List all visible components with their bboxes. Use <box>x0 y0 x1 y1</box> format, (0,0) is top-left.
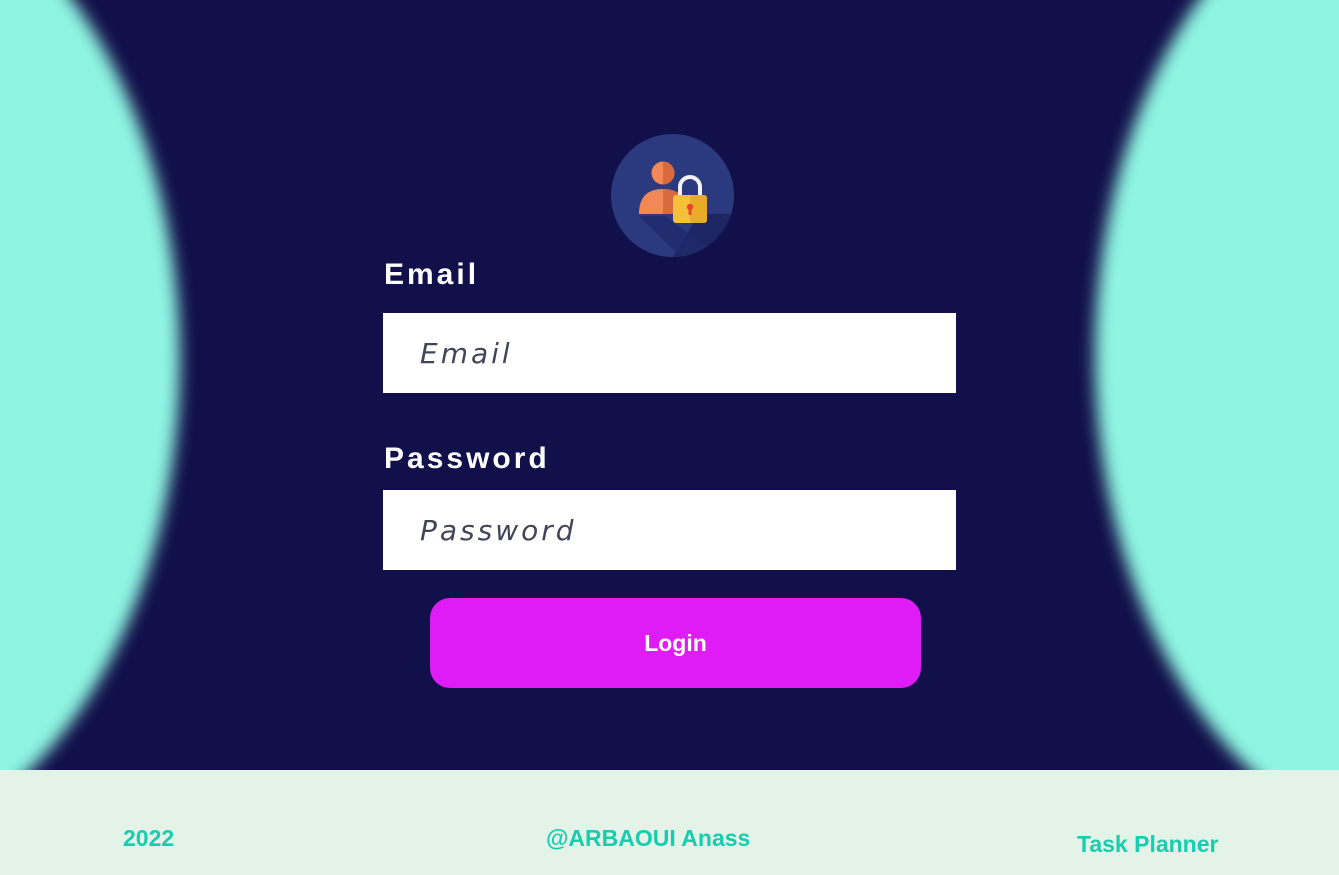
footer-year: 2022 <box>123 825 175 851</box>
footer: 2022 @ARBAOUI Anass Task Planner <box>0 770 1339 875</box>
footer-app-name: Task Planner <box>1077 831 1219 857</box>
user-lock-icon <box>611 134 734 257</box>
login-stage: Email Password Login <box>0 0 1339 770</box>
email-input[interactable] <box>383 313 956 393</box>
login-button[interactable]: Login <box>430 598 921 688</box>
password-label: Password <box>384 442 550 475</box>
footer-author: @ARBAOUI Anass <box>546 825 751 851</box>
decorative-blob-right <box>1095 0 1339 770</box>
decorative-blob-left <box>0 0 180 770</box>
email-label: Email <box>384 258 480 291</box>
password-input[interactable] <box>383 490 956 570</box>
